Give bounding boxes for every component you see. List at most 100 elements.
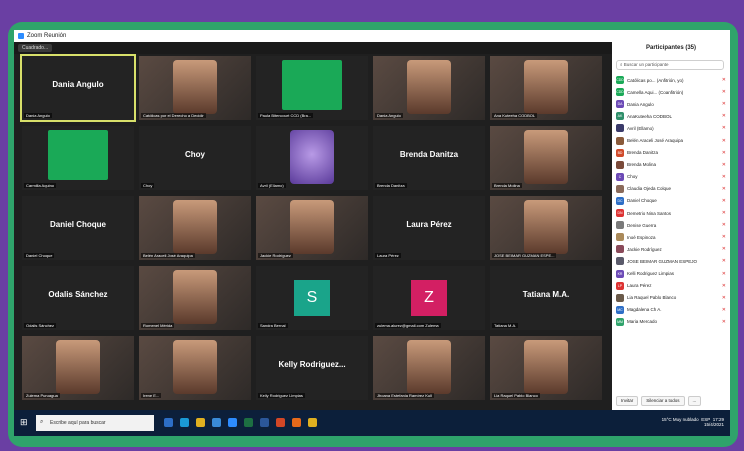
- participant-row[interactable]: Inoé Espinoza ✕: [616, 231, 726, 243]
- participant-row[interactable]: MC Magdalena Ch A. ✕: [616, 304, 726, 316]
- mic-muted-icon[interactable]: ✕: [722, 150, 726, 156]
- view-bar: Cuadrado...: [14, 42, 612, 54]
- participant-row[interactable]: Claudia Ojeda Colque ✕: [616, 183, 726, 195]
- view-button[interactable]: Cuadrado...: [18, 44, 53, 52]
- mic-muted-icon[interactable]: ✕: [722, 234, 726, 240]
- mic-muted-icon[interactable]: ✕: [722, 77, 726, 83]
- mic-muted-icon[interactable]: ✕: [722, 295, 726, 301]
- participant-row[interactable]: LP Laura Pérez ✕: [616, 280, 726, 292]
- mic-muted-icon[interactable]: ✕: [722, 174, 726, 180]
- mic-muted-icon[interactable]: ✕: [722, 101, 726, 107]
- mic-muted-icon[interactable]: ✕: [722, 198, 726, 204]
- participant-row[interactable]: MM Maria Mercado ✕: [616, 316, 726, 328]
- video-tile[interactable]: Zulema Puruagua: [22, 336, 134, 400]
- video-tile[interactable]: Zzulema.alurez@gmail.com Zulema: [373, 266, 485, 330]
- file-explorer-icon[interactable]: [196, 418, 205, 427]
- participant-row[interactable]: DN Demetrio Nina Santos ✕: [616, 207, 726, 219]
- mic-muted-icon[interactable]: ✕: [722, 307, 726, 313]
- firefox-icon[interactable]: [292, 418, 301, 427]
- zoom-app-icon[interactable]: [228, 418, 237, 427]
- video-tile[interactable]: Dania Angulo Dania Angulo: [20, 54, 136, 122]
- mic-muted-icon[interactable]: ✕: [722, 246, 726, 252]
- video-tile[interactable]: Brenda Molina: [490, 126, 602, 190]
- mic-muted-icon[interactable]: ✕: [722, 162, 726, 168]
- mic-muted-icon[interactable]: ✕: [722, 186, 726, 192]
- video-tile[interactable]: S Sandra Bernal: [256, 266, 368, 330]
- participant-row[interactable]: DC Daniel Choque ✕: [616, 195, 726, 207]
- participant-row[interactable]: DA Dania Angulo ✕: [616, 98, 726, 110]
- participant-row[interactable]: Jackie Rodríguez ✕: [616, 243, 726, 255]
- video-tile[interactable]: Ana Kuteeha CODBOL: [490, 56, 602, 120]
- mic-muted-icon[interactable]: ✕: [722, 125, 726, 131]
- clock-date[interactable]: 15/4/2021: [704, 422, 724, 427]
- video-tile[interactable]: Dania Angulo: [373, 56, 485, 120]
- windows-start-icon[interactable]: ⊞: [20, 417, 30, 427]
- video-tile[interactable]: Belén Araceli José Araquipa: [139, 196, 251, 260]
- video-tile[interactable]: Romenel Mérida: [139, 266, 251, 330]
- participant-row[interactable]: Belén Araceli José Araquipa ✕: [616, 134, 726, 146]
- tile-caption: Romenel Mérida: [141, 323, 175, 328]
- participant-avatar: DN: [616, 209, 624, 218]
- participant-row[interactable]: CDD Camella Aqui... (Coanfitrión) ✕: [616, 86, 726, 98]
- more-options-button[interactable]: ...: [687, 396, 702, 406]
- folder-icon[interactable]: [308, 418, 317, 427]
- video-tile[interactable]: Laura Pérez Laura Pérez: [373, 196, 485, 260]
- invite-button[interactable]: Invitar: [616, 396, 639, 406]
- participant-row[interactable]: Avril (Ellamo) ✕: [616, 122, 726, 134]
- video-tile[interactable]: Paula Bitencourt CCD (Bra...: [256, 56, 368, 120]
- video-tile[interactable]: Irene E...: [139, 336, 251, 400]
- tile-display-name: Laura Pérez: [406, 220, 452, 229]
- video-tile[interactable]: Católicas por el Derecho a Decidir: [139, 56, 251, 120]
- mic-muted-icon[interactable]: ✕: [722, 258, 726, 264]
- video-tile[interactable]: Carmilla Aquino: [22, 126, 134, 190]
- video-tile[interactable]: Lia Raquel Pablo Blanco: [490, 336, 602, 400]
- excel-icon[interactable]: [244, 418, 253, 427]
- mic-muted-icon[interactable]: ✕: [722, 210, 726, 216]
- video-grid: Dania Angulo Dania Angulo Católicas por el…: [20, 54, 606, 404]
- participant-row[interactable]: KR Kelli Rodriguez Limpias ✕: [616, 268, 726, 280]
- mute-all-button[interactable]: Silenciar a todos: [641, 396, 685, 406]
- video-tile[interactable]: Jhoana Estefania Ramírez Kull: [373, 336, 485, 400]
- video-tile[interactable]: JOSE BEIMAR GUZMAN ESPE...: [490, 196, 602, 260]
- mic-muted-icon[interactable]: ✕: [722, 319, 726, 325]
- participant-row[interactable]: BD Brenda Danitza ✕: [616, 147, 726, 159]
- taskbar-search-input[interactable]: Escribe aquí para buscar: [36, 415, 154, 431]
- mic-muted-icon[interactable]: ✕: [722, 222, 726, 228]
- participant-row[interactable]: CDD Católicas po... (Anfitrión, yo) ✕: [616, 74, 726, 86]
- tile-caption: Jackie Rodríguez: [258, 253, 293, 258]
- participant-row[interactable]: C Choy ✕: [616, 171, 726, 183]
- video-tile[interactable]: Brenda Danitza Brenda Danitza: [373, 126, 485, 190]
- participant-row[interactable]: Denise Guerra ✕: [616, 219, 726, 231]
- powerpoint-icon[interactable]: [276, 418, 285, 427]
- video-tile[interactable]: Jackie Rodríguez: [256, 196, 368, 260]
- word-icon[interactable]: [260, 418, 269, 427]
- participant-video: [407, 60, 451, 114]
- participant-avatar: [616, 136, 624, 145]
- tile-caption: Daniel Choque: [24, 253, 55, 258]
- mic-muted-icon[interactable]: ✕: [722, 113, 726, 119]
- participant-row[interactable]: JOSE BEIMAR GUZMAN ESPEJO ✕: [616, 255, 726, 267]
- video-tile[interactable]: Tatiana M.A. Tatiana M.A.: [490, 266, 602, 330]
- mic-muted-icon[interactable]: ✕: [722, 89, 726, 95]
- video-tile[interactable]: Avril (Ellamo): [256, 126, 368, 190]
- participant-search-input[interactable]: ⌕ Buscar un participante: [616, 60, 724, 70]
- mic-muted-icon[interactable]: ✕: [722, 138, 726, 144]
- participant-row[interactable]: AK AnaKuteeha CODBOL ✕: [616, 110, 726, 122]
- mic-muted-icon[interactable]: ✕: [722, 271, 726, 277]
- participant-video: [524, 340, 568, 394]
- video-tile[interactable]: Odalis Sánchez Odalis Sánchez: [22, 266, 134, 330]
- participant-row[interactable]: Lia Raquel Pablo Blanco ✕: [616, 292, 726, 304]
- tile-caption: Lia Raquel Pablo Blanco: [492, 393, 540, 398]
- participant-video: [173, 60, 217, 114]
- edge-icon[interactable]: [180, 418, 189, 427]
- task-view-icon[interactable]: [164, 418, 173, 427]
- video-tile[interactable]: Choy Choy: [139, 126, 251, 190]
- store-icon[interactable]: [212, 418, 221, 427]
- participant-name: Kelli Rodriguez Limpias: [627, 271, 675, 277]
- video-tile[interactable]: Kelly Rodriguez... Kelly Rodriguez Limpia…: [256, 336, 368, 400]
- participant-row[interactable]: Brenda Molina ✕: [616, 159, 726, 171]
- mic-muted-icon[interactable]: ✕: [722, 283, 726, 289]
- tile-initial-avatar: Z: [411, 280, 447, 316]
- tile-display-name: Kelly Rodriguez...: [278, 360, 346, 369]
- video-tile[interactable]: Daniel Choque Daniel Choque: [22, 196, 134, 260]
